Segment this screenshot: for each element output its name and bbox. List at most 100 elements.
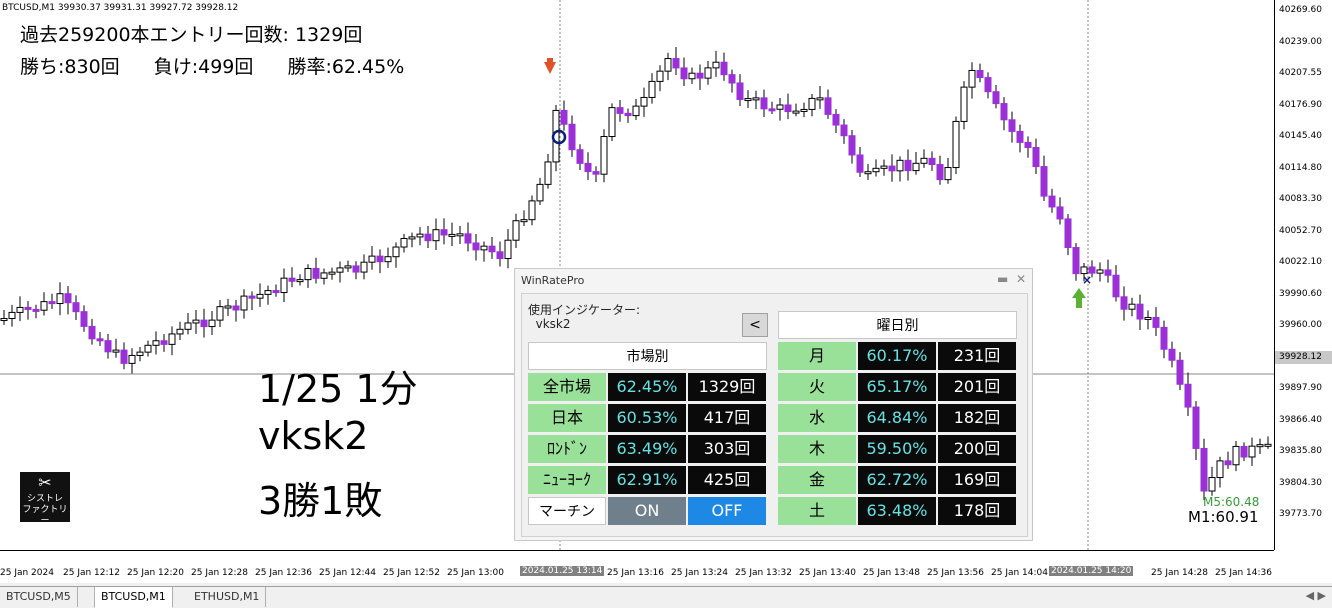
time-axis[interactable]: 25 Jan 2024 25 Jan 12:12 25 Jan 12:20 25 Ja… bbox=[0, 550, 1274, 581]
win-loss-text: 勝ち:830回 負け:499回 勝率:62.45% bbox=[20, 52, 432, 79]
weekday-rate-cell: 63.48% bbox=[858, 497, 936, 525]
candle-body bbox=[520, 219, 528, 223]
candle-body bbox=[896, 159, 904, 172]
candle-body bbox=[720, 61, 728, 76]
wins-text: 勝ち:830回 bbox=[20, 56, 120, 78]
tab-btcusd-m1[interactable]: BTCUSD,M1 bbox=[94, 587, 173, 608]
candle-body bbox=[1112, 274, 1120, 298]
candle-body bbox=[1224, 460, 1232, 466]
candle-body bbox=[152, 340, 160, 346]
candle-body bbox=[312, 267, 320, 279]
candle-body bbox=[544, 161, 552, 185]
martingale-off-button[interactable]: OFF bbox=[688, 497, 766, 525]
candle-body bbox=[608, 107, 616, 138]
candle-body bbox=[96, 338, 104, 342]
candle-body bbox=[712, 61, 720, 69]
candle-body bbox=[408, 236, 416, 240]
candle-body bbox=[320, 272, 328, 279]
price-axis[interactable]: 40269.60 40239.00 40207.55 40176.90 40145.40… bbox=[1274, 0, 1332, 550]
price-tick-label: 39897.90 bbox=[1279, 383, 1322, 393]
time-tick-label: 25 Jan 13:32 bbox=[735, 568, 792, 578]
candle-body bbox=[968, 69, 976, 88]
weekday-count-cell: 169回 bbox=[938, 466, 1016, 494]
price-tick-label: 40114.80 bbox=[1279, 162, 1322, 173]
minimize-icon[interactable]: ▬ bbox=[997, 272, 1008, 286]
candle-body bbox=[824, 97, 832, 115]
candle-body bbox=[512, 220, 520, 241]
candle-body bbox=[328, 271, 336, 275]
price-tick-label: 40176.90 bbox=[1279, 99, 1322, 110]
martingale-on-button[interactable]: ON bbox=[608, 497, 686, 525]
candle-body bbox=[168, 333, 176, 345]
market-count-cell: 1329回 bbox=[688, 373, 766, 401]
price-tick-label: 39990.60 bbox=[1279, 288, 1322, 299]
candle-body bbox=[784, 104, 792, 113]
candle-body bbox=[256, 293, 264, 299]
candle-body bbox=[72, 302, 80, 313]
market-header[interactable]: 市場別 bbox=[528, 342, 767, 370]
price-tick-label: 39866.40 bbox=[1279, 414, 1322, 425]
tab-btcusd-m5[interactable]: BTCUSD,M5 bbox=[0, 587, 78, 607]
market-name-cell: 日本 bbox=[528, 404, 606, 432]
candle-body bbox=[816, 97, 824, 101]
close-icon[interactable]: ✕ bbox=[1016, 272, 1026, 286]
candle-body bbox=[1256, 444, 1264, 448]
candle-body bbox=[1248, 445, 1256, 458]
candle-body bbox=[184, 322, 192, 330]
time-tick-label: 25 Jan 13:24 bbox=[671, 568, 728, 578]
systre-factory-logo: ✂ シストレ ファクトリー bbox=[20, 472, 70, 526]
candle-body bbox=[224, 305, 232, 309]
candle-body bbox=[744, 98, 752, 102]
candle-body bbox=[792, 110, 800, 114]
candle-body bbox=[216, 306, 224, 321]
candle-body bbox=[488, 245, 496, 253]
candle-body bbox=[1136, 303, 1144, 320]
candle-body bbox=[920, 157, 928, 164]
collapse-button[interactable]: < bbox=[742, 313, 768, 337]
candle-body bbox=[984, 77, 992, 93]
tab-scroll-arrows[interactable]: ◀ ▶ bbox=[1306, 589, 1326, 602]
candle-body bbox=[432, 229, 440, 242]
candle-body bbox=[288, 277, 296, 282]
candle-body bbox=[888, 165, 896, 172]
candle-body bbox=[416, 233, 424, 238]
candle-body bbox=[616, 107, 624, 114]
price-tick-label: 39960.00 bbox=[1279, 320, 1322, 330]
candle-body bbox=[1152, 316, 1160, 328]
weekday-rate-cell: 64.84% bbox=[858, 404, 936, 432]
candle-body bbox=[424, 233, 432, 242]
candle-body bbox=[40, 301, 48, 311]
weekday-name-cell: 土 bbox=[778, 497, 856, 525]
exit-cross-marker: × bbox=[1082, 273, 1092, 287]
candle-body bbox=[456, 233, 464, 237]
candle-body bbox=[304, 267, 312, 281]
market-rate-cell: 62.45% bbox=[608, 373, 686, 401]
candle-body bbox=[1008, 119, 1016, 132]
candle-body bbox=[584, 162, 592, 173]
logo-text-2: ファクトリー bbox=[22, 505, 68, 526]
candle-body bbox=[736, 82, 744, 100]
candle-body bbox=[632, 105, 640, 117]
candle-body bbox=[56, 293, 64, 305]
candle-body bbox=[208, 319, 216, 328]
candle-body bbox=[696, 72, 704, 79]
candle-body bbox=[640, 96, 648, 107]
weekday-header[interactable]: 曜日別 bbox=[778, 311, 1017, 339]
m1-winrate-label: M1:60.91 bbox=[1188, 508, 1259, 526]
indicator-label: 使用インジケーター: vksk2 bbox=[528, 303, 641, 331]
market-count-cell: 425回 bbox=[688, 466, 766, 494]
tab-ethusd-m1[interactable]: ETHUSD,M1 bbox=[188, 587, 267, 607]
time-tick-label: 25 Jan 13:56 bbox=[927, 568, 984, 578]
candle-body bbox=[128, 354, 136, 364]
candle-body bbox=[576, 149, 584, 164]
time-tick-label: 25 Jan 12:20 bbox=[127, 568, 184, 578]
candle-body bbox=[688, 72, 696, 80]
candle-body bbox=[80, 311, 88, 327]
candle-body bbox=[336, 267, 344, 273]
candle-body bbox=[768, 108, 776, 112]
candle-body bbox=[864, 171, 872, 175]
time-tick-label: 25 Jan 13:40 bbox=[799, 568, 856, 578]
candle-body bbox=[600, 136, 608, 175]
candle-body bbox=[776, 104, 784, 110]
candle-body bbox=[104, 340, 112, 353]
